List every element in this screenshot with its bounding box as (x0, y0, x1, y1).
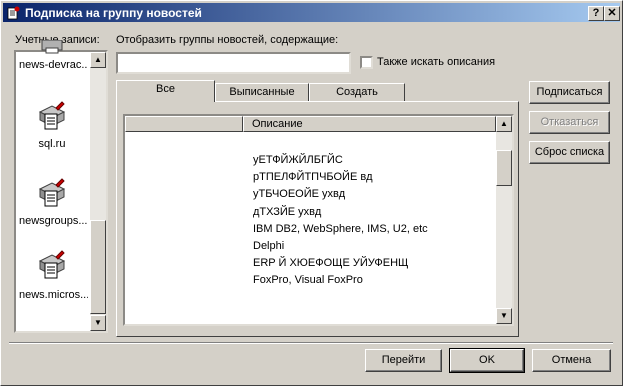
close-button[interactable]: ✕ (604, 6, 620, 21)
tab-panel: Описание уЕТФЙЖЙЛБГЙС рТПЕЛФЙТПЧБОЙЕ вд … (116, 101, 519, 337)
list-header: Описание (125, 116, 496, 132)
list-item[interactable]: Delphi (253, 240, 284, 252)
window-title: Подписка на группу новостей (25, 6, 202, 20)
subscribe-button[interactable]: Подписаться (529, 81, 610, 104)
scroll-down-icon[interactable]: ▼ (90, 315, 106, 331)
title-bar[interactable]: Подписка на группу новостей ? ✕ (3, 3, 620, 22)
scroll-thumb[interactable] (90, 220, 106, 314)
account-label: sql.ru (38, 138, 66, 150)
list-item[interactable]: дТХЗЙЕ ухвд (253, 206, 321, 218)
filter-label: Отобразить группы новостей, содержащие: (116, 34, 339, 46)
account-item-sql-ru[interactable]: sql.ru (16, 100, 88, 160)
newsgroup-app-icon (7, 6, 20, 20)
list-item[interactable]: ERP Й ХЮЕФОЩЕ УЙУФЕНЩ (253, 257, 408, 269)
account-item-news-devrac[interactable]: news-devrac... (16, 39, 88, 82)
account-label: news-devrac... (19, 59, 88, 71)
list-item[interactable]: FoxPro, Visual FoxPro (253, 274, 363, 286)
ok-button[interactable]: OK (449, 348, 525, 373)
accounts-scrollbar[interactable]: ▲ ▼ (90, 52, 106, 331)
tab-new[interactable]: Создать (309, 83, 405, 102)
reset-list-button[interactable]: Сброс списка (529, 141, 610, 164)
unsubscribe-button[interactable]: Отказаться (529, 111, 610, 134)
news-server-icon (38, 178, 66, 207)
tab-all[interactable]: Все (116, 80, 215, 102)
help-button[interactable]: ? (588, 6, 604, 21)
scroll-thumb[interactable] (496, 150, 512, 186)
also-search-descriptions-checkbox[interactable] (360, 56, 373, 69)
scroll-up-icon[interactable]: ▲ (496, 116, 512, 132)
account-item-news-microsoft[interactable]: news.micros... (16, 249, 88, 309)
list-item[interactable]: IBM DB2, WebSphere, IMS, U2, etc (253, 223, 428, 235)
accounts-list[interactable]: news-devrac... sql.ru newsgroups.... new… (14, 39, 108, 333)
account-label: newsgroups.... (19, 215, 88, 227)
news-server-icon (38, 101, 66, 130)
scroll-down-icon[interactable]: ▼ (496, 308, 512, 324)
filter-input[interactable] (116, 52, 351, 74)
separator (9, 342, 613, 344)
also-search-descriptions-label[interactable]: Также искать описания (377, 56, 495, 68)
list-item[interactable]: уТБЧОЕОЙЕ ухвд (253, 188, 345, 200)
column-header-description[interactable]: Описание (243, 116, 496, 132)
tab-subscribed[interactable]: Выписанные (215, 83, 309, 102)
goto-button[interactable]: Перейти (365, 349, 442, 372)
column-header-name[interactable] (125, 116, 243, 132)
cancel-button[interactable]: Отмена (532, 349, 611, 372)
dialog-window: Подписка на группу новостей ? ✕ Учетные … (0, 0, 623, 386)
newsgroups-list[interactable]: Описание уЕТФЙЖЙЛБГЙС рТПЕЛФЙТПЧБОЙЕ вд … (123, 114, 514, 326)
news-server-icon (38, 250, 66, 279)
account-label: news.micros... (19, 289, 88, 301)
account-item-newsgroups[interactable]: newsgroups.... (16, 177, 88, 237)
list-item[interactable]: рТПЕЛФЙТПЧБОЙЕ вд (253, 171, 373, 183)
list-item[interactable]: уЕТФЙЖЙЛБГЙС (253, 154, 343, 166)
news-server-icon (36, 39, 68, 54)
scroll-up-icon[interactable]: ▲ (90, 52, 106, 68)
newsgroups-scrollbar[interactable]: ▲ ▼ (496, 116, 512, 324)
